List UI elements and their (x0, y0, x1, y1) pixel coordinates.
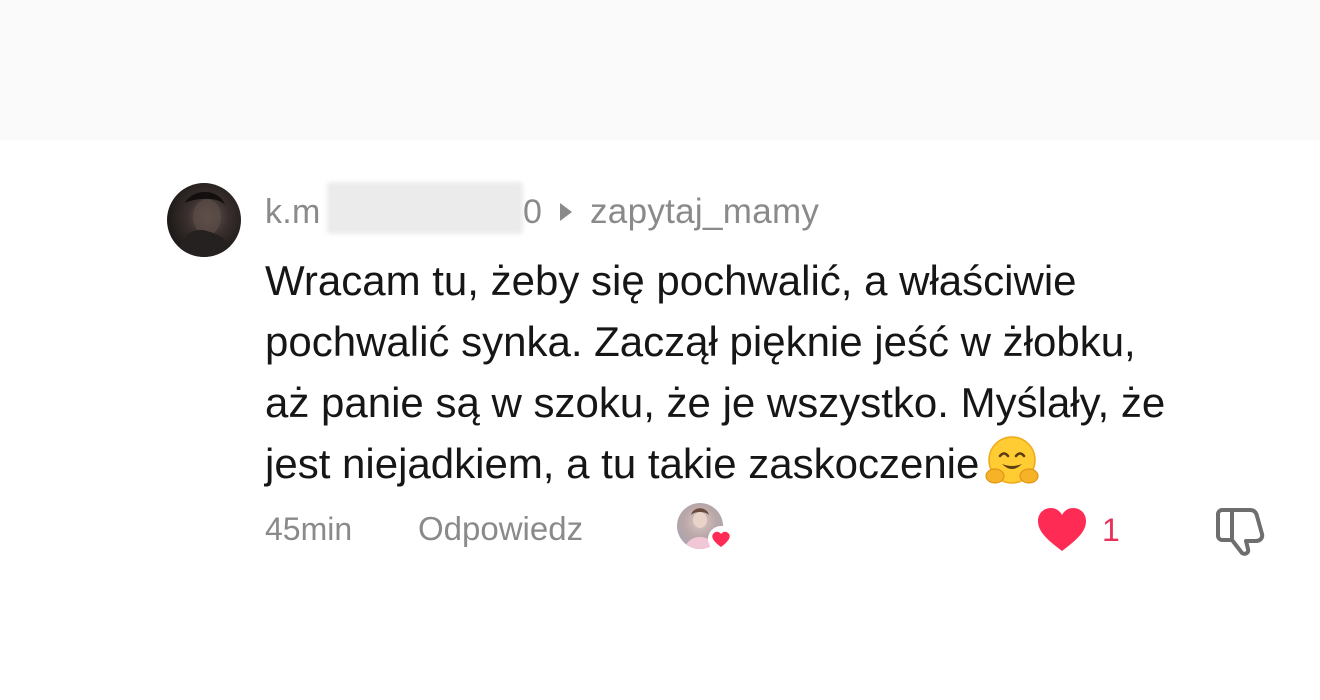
comment-line-text: pochwalić synka. Zaczął pięknie jeść w ż… (265, 318, 1136, 365)
comment-username[interactable]: k.m (265, 190, 321, 234)
comment-text: Wracam tu, żeby się pochwalić, a właściw… (265, 250, 1295, 494)
commenter-avatar[interactable] (167, 183, 241, 257)
like-button[interactable]: 1 (1036, 505, 1120, 555)
top-background-band (0, 0, 1320, 140)
username-suffix: 0 (523, 192, 542, 231)
comment-line: pochwalić synka. Zaczął pięknie jeść w ż… (265, 311, 1295, 372)
creator-liked-badge (677, 503, 735, 555)
username-prefix: k.m (265, 192, 321, 231)
comment-timestamp: 45min (265, 510, 353, 547)
heart-icon (1038, 508, 1086, 551)
caret-right-icon (560, 203, 572, 221)
creator-liked-heart-icon (708, 526, 734, 552)
reply-to-username[interactable]: zapytaj_mamy (590, 190, 819, 234)
comment-line-text: jest niejadkiem, a tu takie zaskoczenie (265, 440, 980, 487)
like-count: 1 (1102, 511, 1120, 548)
thumbs-down-icon[interactable] (1214, 504, 1270, 556)
comment-line-last: jest niejadkiem, a tu takie zaskoczenie (265, 433, 1295, 494)
comment-line: Wracam tu, żeby się pochwalić, a właściw… (265, 257, 1077, 304)
comment-line: aż panie są w szoku, że je wszystko. Myś… (265, 379, 1166, 426)
username-redaction (327, 182, 523, 234)
reply-button[interactable]: Odpowiedz (418, 508, 583, 550)
hugging-face-emoji-icon (985, 436, 1039, 484)
